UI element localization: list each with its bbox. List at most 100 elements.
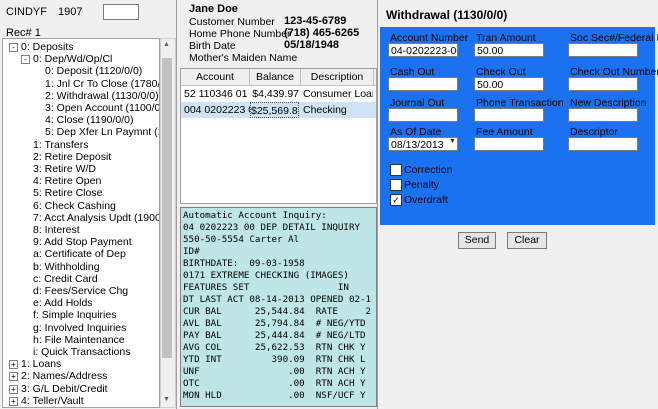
expand-icon[interactable]: + [9, 384, 18, 394]
tree-item[interactable]: 4: Close (1190/0/0) [45, 114, 134, 126]
tree-item[interactable]: 6: Check Cashing [33, 200, 116, 212]
tree-scrollbar-thumb[interactable] [162, 58, 172, 358]
tree-item[interactable]: 1: Jnl Cr To Close (1780/4/0) [45, 78, 159, 90]
grid-header-account[interactable]: Account [181, 69, 250, 86]
journal-out-input[interactable] [388, 108, 458, 122]
table-row[interactable]: 004 0202223 00 $25,569.84 Checking [181, 102, 376, 118]
tree-item[interactable]: 4: Retire Open [33, 175, 101, 187]
clear-button[interactable]: Clear [507, 232, 547, 249]
expand-icon[interactable]: + [9, 396, 18, 406]
terminal-line: PAY BAL 25,444.84 # NEG/LTD [183, 330, 366, 341]
fee-amount-input[interactable] [474, 137, 544, 151]
row-description: Checking [303, 104, 347, 116]
accounts-grid[interactable]: Account Balance Description I 52 110346 … [180, 68, 377, 204]
check-out-input[interactable]: 50.00 [474, 77, 544, 91]
correction-label: Correction [404, 164, 453, 176]
terminal-line: BIRTHDATE: 09-03-1958 [183, 258, 305, 269]
tree-item[interactable]: f: Simple Inquiries [33, 309, 116, 321]
tree-item[interactable]: d: Fees/Service Chg [33, 285, 128, 297]
tree-item[interactable]: e: Add Holds [33, 297, 93, 309]
terminal-line: YTD INT 390.09 RTN CHK L [183, 354, 366, 365]
correction-checkbox[interactable] [390, 164, 402, 176]
tree-item[interactable]: 0: Deposits [21, 41, 74, 53]
table-row[interactable]: 52 110346 01 $4,439.97 Consumer Loan [181, 86, 376, 102]
transaction-tree[interactable]: -0: Deposits -0: Dep/Wd/Op/Cl 0: Deposit (… [2, 38, 160, 408]
tree-item[interactable]: 3: G/L Debit/Credit [21, 383, 108, 395]
customer-number-value: 123-45-6789 [284, 15, 347, 27]
tree-item[interactable]: i: Quick Transactions [33, 346, 130, 358]
chevron-down-icon[interactable]: ▼ [449, 138, 456, 145]
tree-item[interactable]: 1: Transfers [33, 139, 88, 151]
check-out-number-input[interactable] [568, 77, 638, 91]
cash-out-input[interactable] [388, 77, 458, 91]
tree-item[interactable]: c: Credit Card [33, 273, 98, 285]
tree-item[interactable]: h: File Maintenance [33, 334, 125, 346]
tree-item[interactable]: 3: Retire W/D [33, 163, 96, 175]
overdraft-label: Overdraft [404, 194, 448, 206]
tree-item[interactable]: 0: Dep/Wd/Op/Cl [33, 53, 112, 65]
customer-number-label: Customer Number [189, 16, 275, 28]
penalty-label: Penalty [404, 179, 440, 191]
birth-date-value: 05/18/1948 [284, 39, 340, 51]
customer-name: Jane Doe [189, 3, 238, 15]
terminal-line: UNF .00 RTN ACH Y [183, 366, 366, 377]
as-of-date-input[interactable]: 08/13/2013 [388, 137, 458, 151]
terminal-line: 0171 EXTREME CHECKING (IMAGES) [183, 270, 349, 281]
terminal-line: AVG COL 25,622.53 RTN CHK Y [183, 342, 366, 353]
form-title: Withdrawal (1130/0/0) [386, 8, 508, 22]
row-account: 004 0202223 00 [184, 104, 250, 116]
soc-sec-input[interactable] [568, 43, 638, 57]
birth-date-label: Birth Date [189, 40, 236, 52]
tree-item[interactable]: b: Withholding [33, 261, 100, 273]
terminal-line: AVL BAL 25,794.84 # NEG/YTD [183, 318, 366, 329]
tree-item[interactable]: 9: Add Stop Payment [33, 236, 132, 248]
overdraft-checkbox[interactable]: ✓ [390, 194, 402, 206]
home-phone-value: (718) 465-6265 [284, 27, 360, 39]
phone-transaction-input[interactable] [474, 108, 544, 122]
tree-item[interactable]: g: Involved Inquiries [33, 322, 126, 334]
terminal-line: CUR BAL 25,544.84 RATE 2 [183, 306, 372, 317]
home-phone-label: Home Phone Number [189, 28, 291, 40]
row-balance: $25,569.84 [250, 102, 299, 118]
grid-header-balance[interactable]: Balance [250, 69, 301, 86]
expand-icon[interactable]: + [9, 372, 18, 382]
tree-item[interactable]: 4: Teller/Vault [21, 395, 84, 407]
account-number-input[interactable]: 04-0202223-00 [388, 43, 458, 57]
terminal-line: 550-50-5554 Carter Al [183, 234, 300, 245]
collapse-icon[interactable]: - [9, 43, 18, 52]
penalty-checkbox[interactable] [390, 179, 402, 191]
tree-item[interactable]: a: Certificate of Dep [33, 248, 126, 260]
new-description-input[interactable] [568, 108, 638, 122]
descriptor-input[interactable] [568, 137, 638, 151]
tran-amount-input[interactable]: 50.00 [474, 43, 544, 57]
collapse-icon[interactable]: - [21, 55, 30, 65]
tree-item[interactable]: 2: Names/Address [21, 370, 107, 382]
tree-item[interactable]: 5: Dep Xfer Ln Paymnt (1160 [45, 126, 159, 138]
terminal-line: MON HLD .00 NSF/UCF Y [183, 390, 366, 401]
tree-item[interactable]: 7: Acct Analysis Updt (1900/2/0) [33, 212, 159, 224]
user-id: CINDYF [6, 6, 47, 18]
scroll-up-icon[interactable]: ▲ [163, 41, 170, 48]
terminal-line: Automatic Account Inquiry: [183, 210, 327, 221]
tree-item[interactable]: 3: Open Account (1100/0/0) [45, 102, 159, 114]
inquiry-terminal[interactable]: Automatic Account Inquiry: 04 0202223 00 … [180, 207, 377, 407]
header-input[interactable] [103, 4, 139, 20]
send-button[interactable]: Send [458, 232, 496, 249]
tree-item[interactable]: 2: Withdrawal (1130/0/0) [45, 90, 159, 102]
tree-item[interactable]: 0: Deposit (1120/0/0) [45, 65, 142, 77]
expand-icon[interactable]: + [9, 360, 18, 370]
terminal-line: ID# [183, 246, 200, 257]
terminal-line: FEATURES SET IN [183, 282, 349, 293]
tree-item[interactable]: 1: Loans [21, 358, 61, 370]
grid-header-description[interactable]: Description [301, 69, 374, 86]
terminal-line: DT LAST ACT 08-14-2013 OPENED 02-1 [183, 294, 372, 305]
row-description: Consumer Loan [303, 88, 373, 100]
branch-number: 1907 [58, 6, 83, 18]
row-balance: $4,439.97 [252, 88, 299, 100]
tree-item[interactable]: 5: Retire Close [33, 187, 102, 199]
scroll-down-icon[interactable]: ▼ [163, 396, 170, 403]
terminal-line: 04 0202223 00 DEP DETAIL INQUIRY [183, 222, 361, 233]
terminal-line: OTC .00 RTN ACH Y [183, 378, 366, 389]
tree-item[interactable]: 2: Retire Deposit [33, 151, 111, 163]
tree-item[interactable]: 8: Interest [33, 224, 80, 236]
